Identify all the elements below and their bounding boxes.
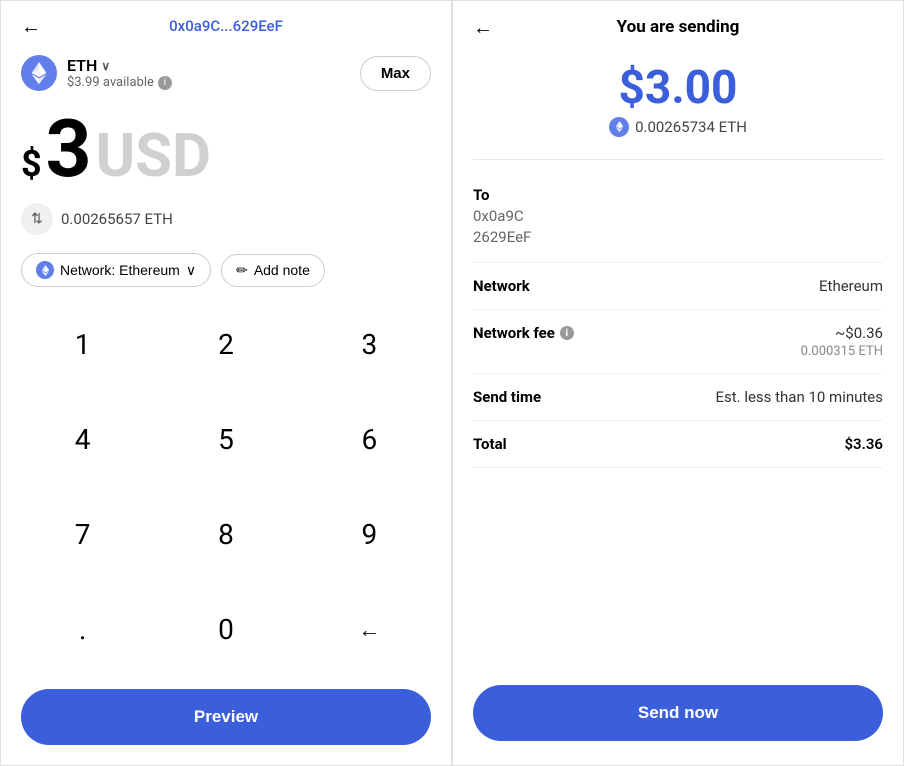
- send-time-value: Est. less than 10 minutes: [715, 388, 883, 406]
- token-info: ETH ∨ $3.99 available i: [21, 55, 172, 91]
- detail-section: To 0x0a9C 2629EeF Network Ethereum Netwo…: [453, 172, 903, 669]
- token-details: ETH ∨ $3.99 available i: [67, 56, 172, 90]
- you-are-sending-title: You are sending: [617, 17, 740, 37]
- to-label: To: [473, 186, 883, 204]
- sending-eth-icon: [609, 117, 629, 137]
- divider-top: [473, 159, 883, 160]
- back-button-right[interactable]: ←: [473, 15, 493, 40]
- send-time-row: Send time Est. less than 10 minutes: [473, 374, 883, 421]
- amount-display: $ 3 USD: [1, 99, 451, 195]
- token-available: $3.99 available i: [67, 75, 172, 90]
- key-5[interactable]: 5: [154, 392, 297, 487]
- right-panel: ← You are sending $3.00 0.00265734 ETH: [452, 0, 904, 766]
- fee-usd-value: ~$0.36: [801, 324, 883, 342]
- available-info-icon[interactable]: i: [158, 76, 172, 90]
- key-8[interactable]: 8: [154, 487, 297, 582]
- sending-eth-amount: 0.00265734 ETH: [635, 118, 747, 136]
- send-time-label: Send time: [473, 388, 541, 406]
- key-9[interactable]: 9: [298, 487, 441, 582]
- fee-eth-value: 0.000315 ETH: [801, 344, 883, 359]
- key-4[interactable]: 4: [11, 392, 154, 487]
- key-1[interactable]: 1: [11, 297, 154, 392]
- eth-amount: 0.00265657 ETH: [61, 210, 173, 228]
- right-header: ← You are sending: [453, 1, 903, 49]
- to-address-line2: 2629EeF: [473, 227, 883, 248]
- network-detail-value: Ethereum: [819, 277, 883, 295]
- sending-amount: $3.00 0.00265734 ETH: [453, 49, 903, 147]
- network-chevron-icon: ∨: [186, 262, 196, 279]
- to-address-line1: 0x0a9C: [473, 206, 883, 227]
- fee-label: Network fee i: [473, 324, 574, 342]
- to-address: 0x0a9C 2629EeF: [473, 206, 883, 248]
- total-row: Total $3.36: [473, 421, 883, 468]
- token-row: ETH ∨ $3.99 available i Max: [1, 43, 451, 99]
- to-row: To 0x0a9C 2629EeF: [473, 172, 883, 263]
- fee-info-icon[interactable]: i: [560, 326, 574, 340]
- options-row: Network: Ethereum ∨ ✏ Add note: [1, 243, 451, 297]
- token-name[interactable]: ETH ∨: [67, 56, 172, 75]
- sending-usd-amount: $3.00: [473, 65, 883, 111]
- left-panel: ← 0x0a9C...629EeF ETH: [0, 0, 452, 766]
- network-row: Network Ethereum: [473, 263, 883, 310]
- pencil-icon: ✏: [236, 262, 248, 279]
- numpad: 1 2 3 4 5 6 7 8 9 . 0 ←: [1, 297, 451, 677]
- key-0[interactable]: 0: [154, 582, 297, 677]
- total-value: $3.36: [844, 435, 883, 453]
- token-chevron-icon: ∨: [101, 59, 110, 73]
- fee-row: Network fee i ~$0.36 0.000315 ETH: [473, 310, 883, 374]
- total-label: Total: [473, 435, 507, 453]
- key-3[interactable]: 3: [298, 297, 441, 392]
- eth-equivalent-row: ⇅ 0.00265657 ETH: [1, 195, 451, 243]
- key-7[interactable]: 7: [11, 487, 154, 582]
- note-label: Add note: [254, 262, 310, 278]
- left-header: ← 0x0a9C...629EeF: [1, 1, 451, 43]
- amount-currency: USD: [96, 126, 212, 186]
- network-label: Network: Ethereum: [60, 262, 180, 278]
- key-backspace[interactable]: ←: [298, 582, 441, 677]
- dollar-sign: $: [21, 146, 42, 182]
- amount-number: 3: [46, 109, 92, 189]
- network-detail-label: Network: [473, 277, 530, 295]
- send-now-button[interactable]: Send now: [473, 685, 883, 741]
- fee-value-container: ~$0.36 0.000315 ETH: [801, 324, 883, 359]
- key-2[interactable]: 2: [154, 297, 297, 392]
- max-button[interactable]: Max: [360, 56, 431, 91]
- back-button-left[interactable]: ←: [21, 14, 41, 39]
- key-dot[interactable]: .: [11, 582, 154, 677]
- sending-eth-row: 0.00265734 ETH: [473, 117, 883, 137]
- eth-logo-icon: [21, 55, 57, 91]
- network-eth-icon: [36, 261, 54, 279]
- key-6[interactable]: 6: [298, 392, 441, 487]
- wallet-address[interactable]: 0x0a9C...629EeF: [169, 17, 283, 35]
- swap-icon[interactable]: ⇅: [21, 203, 53, 235]
- preview-button[interactable]: Preview: [21, 689, 431, 745]
- add-note-button[interactable]: ✏ Add note: [221, 254, 325, 287]
- network-button[interactable]: Network: Ethereum ∨: [21, 253, 211, 287]
